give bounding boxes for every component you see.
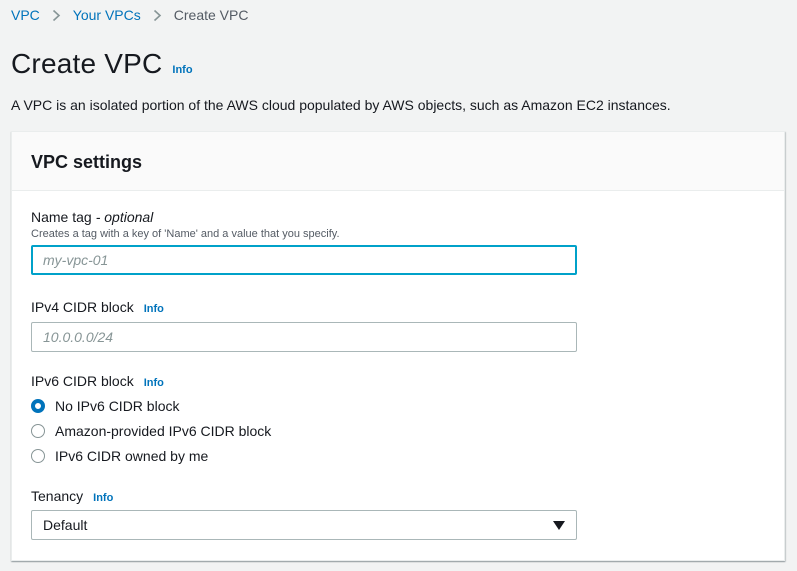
name-tag-input[interactable] (31, 245, 577, 275)
tenancy-field: Tenancy Info Default (31, 488, 577, 540)
radio-checked-icon[interactable] (31, 398, 45, 413)
panel-header: VPC settings (12, 132, 784, 191)
ipv6-radio-group: No IPv6 CIDR block Amazon-provided IPv6 … (31, 393, 271, 468)
name-tag-label-text: Name tag (31, 209, 92, 225)
vpc-settings-panel: VPC settings Name tag - optional Creates… (11, 131, 785, 561)
radio-unchecked-icon[interactable] (31, 448, 45, 463)
chevron-right-icon (153, 9, 162, 22)
ipv6-option-owned-by-me[interactable]: IPv6 CIDR owned by me (31, 443, 271, 468)
ipv6-option-label: Amazon-provided IPv6 CIDR block (55, 422, 272, 439)
tenancy-select[interactable]: Default (31, 510, 577, 540)
page-header: Create VPC Info (11, 48, 193, 80)
ipv6-cidr-label-text: IPv6 CIDR block (31, 373, 134, 389)
tenancy-info-link[interactable]: Info (93, 492, 113, 504)
name-tag-label: Name tag - optional (31, 209, 577, 225)
ipv4-cidr-input[interactable] (31, 322, 577, 352)
caret-down-icon (553, 520, 565, 530)
name-tag-field: Name tag - optional Creates a tag with a… (31, 209, 577, 275)
ipv4-info-link[interactable]: Info (144, 303, 164, 315)
radio-unchecked-icon[interactable] (31, 423, 45, 438)
ipv4-cidr-label: IPv4 CIDR block Info (31, 299, 577, 315)
ipv6-cidr-field: IPv6 CIDR block Info No IPv6 CIDR block … (31, 373, 271, 468)
breadcrumb-your-vpcs[interactable]: Your VPCs (73, 7, 141, 23)
tenancy-label-text: Tenancy (31, 488, 84, 504)
chevron-right-icon (52, 9, 61, 22)
ipv6-option-label: IPv6 CIDR owned by me (55, 447, 209, 464)
ipv6-option-none[interactable]: No IPv6 CIDR block (31, 393, 271, 418)
panel-title: VPC settings (31, 152, 143, 172)
tenancy-label: Tenancy Info (31, 488, 577, 504)
breadcrumb-create-vpc: Create VPC (173, 7, 249, 23)
name-tag-optional: - optional (95, 209, 154, 225)
name-tag-description: Creates a tag with a key of 'Name' and a… (31, 228, 340, 240)
breadcrumb: VPC Your VPCs Create VPC (11, 7, 248, 23)
breadcrumb-vpc[interactable]: VPC (11, 7, 40, 23)
ipv4-cidr-label-text: IPv4 CIDR block (31, 299, 134, 315)
page-description: A VPC is an isolated portion of the AWS … (11, 97, 671, 113)
ipv4-cidr-field: IPv4 CIDR block Info (31, 299, 577, 352)
tenancy-selected-value: Default (43, 517, 88, 533)
ipv6-option-amazon-provided[interactable]: Amazon-provided IPv6 CIDR block (31, 418, 271, 443)
ipv6-info-link[interactable]: Info (144, 377, 164, 389)
page-info-link[interactable]: Info (172, 64, 192, 76)
ipv6-cidr-label: IPv6 CIDR block Info (31, 373, 271, 389)
ipv6-option-label: No IPv6 CIDR block (55, 397, 180, 414)
page-title: Create VPC (11, 48, 163, 79)
